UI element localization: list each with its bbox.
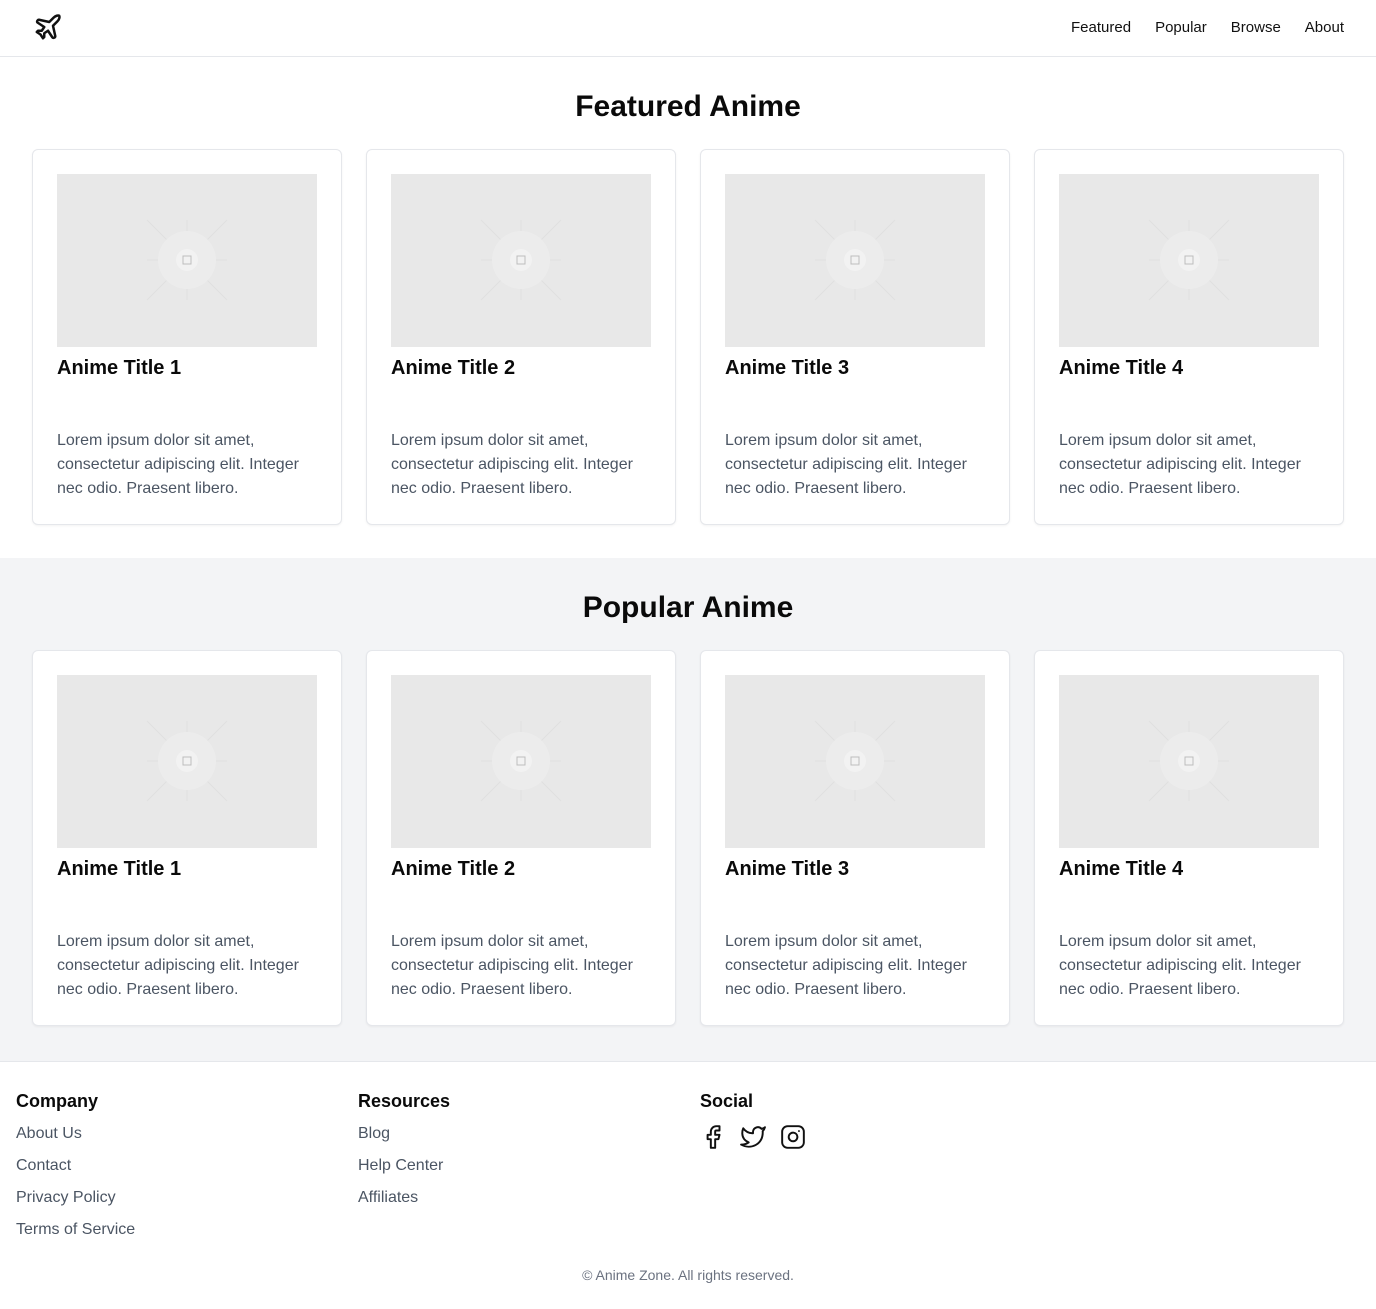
anime-card[interactable]: Anime Title 4 Lorem ipsum dolor sit amet… <box>1034 650 1344 1026</box>
anime-card-description: Lorem ipsum dolor sit amet, consectetur … <box>725 933 967 998</box>
anime-card[interactable]: Anime Title 1 Lorem ipsum dolor sit amet… <box>32 650 342 1026</box>
footer-link-contact[interactable]: Contact <box>16 1156 135 1176</box>
anime-card-title: Anime Title 4 <box>1059 858 1184 880</box>
nav-featured[interactable]: Featured <box>1071 18 1131 38</box>
image-placeholder-icon <box>1148 720 1230 802</box>
anime-card[interactable]: Anime Title 3 Lorem ipsum dolor sit amet… <box>700 149 1010 525</box>
main-nav: Featured Popular Browse About <box>1071 18 1344 38</box>
image-placeholder <box>391 174 651 347</box>
site-header: Featured Popular Browse About <box>0 0 1376 57</box>
anime-card-description: Lorem ipsum dolor sit amet, consectetur … <box>391 933 633 998</box>
footer-link-about-us[interactable]: About Us <box>16 1124 135 1144</box>
popular-section: Popular Anime Anime Title 1 Lorem ipsum … <box>0 558 1376 1061</box>
anime-card-description: Lorem ipsum dolor sit amet, consectetur … <box>1059 933 1301 998</box>
nav-browse[interactable]: Browse <box>1231 18 1281 38</box>
image-placeholder <box>1059 174 1319 347</box>
image-placeholder-icon <box>480 720 562 802</box>
footer-link-help-center[interactable]: Help Center <box>358 1156 450 1176</box>
featured-title: Featured Anime <box>575 90 801 123</box>
social-icons <box>700 1124 806 1150</box>
anime-card-description: Lorem ipsum dolor sit amet, consectetur … <box>57 933 299 998</box>
anime-card[interactable]: Anime Title 2 Lorem ipsum dolor sit amet… <box>366 650 676 1026</box>
footer-link-blog[interactable]: Blog <box>358 1124 450 1144</box>
copyright-text: © Anime Zone. All rights reserved. <box>582 1267 794 1283</box>
anime-card-title: Anime Title 1 <box>57 357 182 379</box>
anime-card[interactable]: Anime Title 3 Lorem ipsum dolor sit amet… <box>700 650 1010 1026</box>
image-placeholder-icon <box>480 219 562 301</box>
nav-popular[interactable]: Popular <box>1155 18 1207 38</box>
facebook-icon[interactable] <box>700 1124 726 1150</box>
footer-link-affiliates[interactable]: Affiliates <box>358 1188 450 1208</box>
anime-card-title: Anime Title 2 <box>391 357 516 379</box>
image-placeholder <box>57 675 317 848</box>
anime-card-description: Lorem ipsum dolor sit amet, consectetur … <box>1059 432 1301 497</box>
image-placeholder <box>57 174 317 347</box>
footer-resources-heading: Resources <box>358 1091 451 1111</box>
anime-card-description: Lorem ipsum dolor sit amet, consectetur … <box>57 432 299 497</box>
popular-title: Popular Anime <box>582 591 794 624</box>
anime-card-title: Anime Title 4 <box>1059 357 1184 379</box>
footer-company: Company About Us Contact Privacy Policy … <box>16 1090 135 1252</box>
popular-cards: Anime Title 1 Lorem ipsum dolor sit amet… <box>32 650 1344 1026</box>
featured-cards: Anime Title 1 Lorem ipsum dolor sit amet… <box>32 149 1344 525</box>
image-placeholder <box>1059 675 1319 848</box>
anime-card-title: Anime Title 3 <box>725 357 850 379</box>
footer-company-heading: Company <box>16 1091 99 1111</box>
image-placeholder <box>725 174 985 347</box>
instagram-icon[interactable] <box>780 1124 806 1150</box>
footer-link-privacy-policy[interactable]: Privacy Policy <box>16 1188 135 1208</box>
image-placeholder <box>391 675 651 848</box>
image-placeholder-icon <box>814 219 896 301</box>
anime-card-title: Anime Title 1 <box>57 858 182 880</box>
site-footer: Company About Us Contact Privacy Policy … <box>0 1061 1376 1309</box>
nav-about[interactable]: About <box>1305 18 1344 38</box>
featured-section: Featured Anime Anime Title 1 Lorem ipsum… <box>0 57 1376 558</box>
image-placeholder-icon <box>1148 219 1230 301</box>
anime-card-description: Lorem ipsum dolor sit amet, consectetur … <box>391 432 633 497</box>
anime-card[interactable]: Anime Title 2 Lorem ipsum dolor sit amet… <box>366 149 676 525</box>
footer-link-terms[interactable]: Terms of Service <box>16 1220 135 1240</box>
image-placeholder-icon <box>146 720 228 802</box>
anime-card-description: Lorem ipsum dolor sit amet, consectetur … <box>725 432 967 497</box>
image-placeholder-icon <box>814 720 896 802</box>
twitter-icon[interactable] <box>740 1124 766 1150</box>
footer-social-heading: Social <box>700 1091 754 1111</box>
anime-card-title: Anime Title 2 <box>391 858 516 880</box>
image-placeholder-icon <box>146 219 228 301</box>
image-placeholder <box>725 675 985 848</box>
footer-social: Social <box>700 1090 806 1150</box>
anime-card[interactable]: Anime Title 4 Lorem ipsum dolor sit amet… <box>1034 149 1344 525</box>
anime-card[interactable]: Anime Title 1 Lorem ipsum dolor sit amet… <box>32 149 342 525</box>
plane-icon[interactable] <box>33 12 63 42</box>
anime-card-title: Anime Title 3 <box>725 858 850 880</box>
footer-resources: Resources Blog Help Center Affiliates <box>358 1090 450 1220</box>
